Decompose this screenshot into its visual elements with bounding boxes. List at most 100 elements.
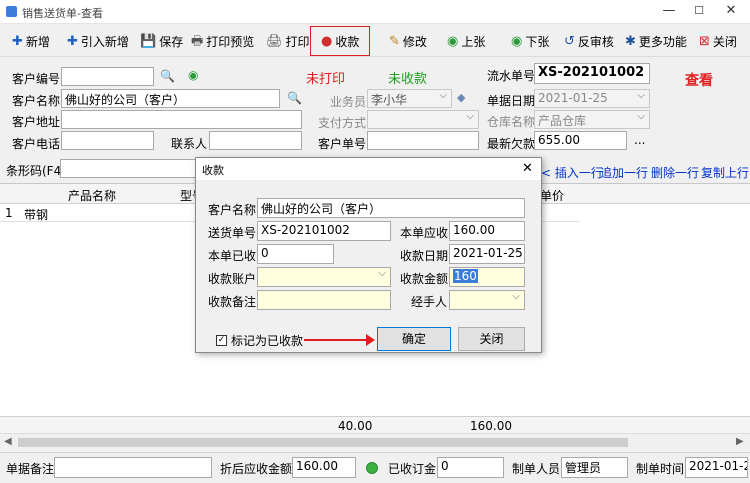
remark-label: 单据备注	[6, 462, 55, 476]
maximize-button[interactable]: ☐	[688, 2, 710, 20]
row-number: 1	[5, 206, 13, 220]
insert-row-link[interactable]: < 插入一行	[541, 164, 603, 181]
time-field: 2021-01-25	[685, 457, 748, 478]
collect-label: 收款	[335, 34, 360, 49]
collect-icon: ●	[321, 33, 333, 49]
dlg-remark-input[interactable]	[257, 290, 391, 310]
dlg-received-label: 本单已收	[208, 249, 257, 263]
delete-row-link[interactable]: 删除一行	[651, 164, 699, 181]
row-product[interactable]: 带钢	[24, 206, 48, 223]
dlg-receivable-label: 本单应收	[400, 226, 449, 240]
dlg-received-field: 0	[257, 244, 334, 264]
customer-search-icon[interactable]: 🔍	[287, 91, 302, 105]
contact-label: 联系人	[171, 137, 208, 151]
salesman-label: 业务员	[330, 95, 367, 109]
app-icon	[6, 6, 17, 17]
ok-button[interactable]: 确定	[377, 327, 451, 351]
horizontal-scrollbar[interactable]: ◀ ▶	[0, 433, 750, 450]
payment-method-select[interactable]	[367, 110, 479, 129]
import-new-button[interactable]: ✚ 引入新增	[67, 29, 129, 53]
header-price: 单价	[540, 189, 565, 203]
status-dot-icon	[366, 462, 378, 474]
phone-input[interactable]	[61, 131, 154, 150]
date-picker[interactable]: 2021-01-25	[534, 89, 650, 108]
dlg-amount-input[interactable]: 160	[449, 267, 525, 287]
mark-paid-checkbox[interactable]: ✓	[216, 335, 227, 346]
remark-input[interactable]	[54, 457, 212, 478]
save-button[interactable]: 💾 保存	[140, 29, 183, 53]
print-preview-label: 打印预览	[206, 34, 255, 49]
unaudit-label: 反审核	[577, 34, 614, 49]
print-button[interactable]: 🖨 打印	[266, 29, 310, 53]
edit-label: 修改	[402, 34, 427, 49]
address-input[interactable]	[61, 110, 302, 129]
view-mode-badge: 查看	[685, 73, 713, 89]
dlg-customer-label: 客户名称	[208, 203, 257, 217]
dlg-account-label: 收款账户	[208, 272, 257, 286]
serial-label: 流水单号	[487, 69, 536, 83]
close-button[interactable]: ⊠ 关闭	[699, 29, 737, 53]
arrow-line-icon	[304, 339, 368, 341]
append-row-link[interactable]: 追加一行	[600, 164, 648, 181]
gear-icon: ✱	[625, 33, 636, 49]
dialog-close-icon[interactable]: ✕	[522, 161, 533, 176]
status-bar: 单据备注 折后应收金额 160.00 已收订金 0 制单人员 管理员 制单时间 …	[0, 452, 750, 483]
eraser-icon[interactable]: ◆	[457, 91, 465, 104]
close-window-button[interactable]: ✕	[720, 2, 742, 20]
contact-input[interactable]	[209, 131, 302, 150]
dlg-account-select[interactable]	[257, 267, 391, 287]
dialog-titlebar: 收款 ✕	[196, 158, 541, 180]
salesman-select[interactable]: 李小华	[367, 89, 452, 108]
next-button[interactable]: ◉ 下张	[511, 29, 549, 53]
maker-label: 制单人员	[512, 462, 561, 476]
warehouse-select[interactable]: 产品仓库	[534, 110, 650, 129]
scroll-thumb[interactable]	[18, 438, 628, 447]
dlg-order-field: XS-202101002	[257, 221, 391, 241]
collect-payment-dialog: 收款 ✕ 客户名称 佛山好的公司（客户） 送货单号 XS-202101002 本…	[195, 157, 542, 353]
copy-row-link[interactable]: 复制上行	[701, 164, 749, 181]
date-label: 单据日期	[487, 94, 536, 108]
dlg-remark-label: 收款备注	[208, 295, 257, 309]
window-title: 销售送货单-查看	[22, 7, 103, 20]
print-preview-button[interactable]: 🖶 打印预览	[191, 29, 254, 53]
close-icon: ⊠	[699, 33, 710, 49]
dlg-handler-label: 经手人	[411, 295, 448, 309]
dialog-title: 收款	[202, 164, 224, 177]
collect-payment-button[interactable]: ● 收款	[310, 26, 371, 56]
customer-name-input[interactable]: 佛山好的公司（客户）	[61, 89, 280, 108]
header-product: 产品名称	[68, 189, 117, 203]
plus-icon: ✚	[12, 33, 23, 49]
close-label: 关闭	[712, 34, 737, 49]
unaudit-icon: ↺	[564, 33, 575, 49]
edit-icon: ✎	[389, 33, 400, 49]
dlg-pay-date-picker[interactable]: 2021-01-25	[449, 244, 525, 264]
dlg-handler-select[interactable]	[449, 290, 525, 310]
minimize-button[interactable]: —	[658, 2, 680, 20]
deposit-label: 已收订金	[388, 462, 437, 476]
customer-name-label: 客户名称	[12, 94, 61, 108]
customer-order-input[interactable]	[367, 131, 479, 150]
more-button[interactable]: ...	[634, 133, 645, 147]
customer-code-input[interactable]	[61, 67, 154, 86]
total-qty: 40.00	[338, 419, 373, 433]
barcode-input[interactable]	[60, 159, 200, 178]
cancel-button[interactable]: 关闭	[458, 327, 525, 351]
edit-button[interactable]: ✎ 修改	[389, 29, 427, 53]
toolbar: ✚ 新增 ✚ 引入新增 💾 保存 🖶 打印预览 🖨 打印 ● 收款 ✎ 修改 ◉ 上张 ◉ 下张 …	[0, 25, 750, 57]
more-functions-button[interactable]: ✱ 更多功能	[625, 29, 687, 53]
previous-button[interactable]: ◉ 上张	[447, 29, 485, 53]
refresh-icon[interactable]: ◉	[188, 68, 198, 82]
payment-status: 未收款	[388, 72, 428, 87]
time-label: 制单时间	[636, 462, 685, 476]
dlg-amount-value: 160	[453, 269, 478, 283]
scroll-right-icon[interactable]: ▶	[736, 436, 744, 447]
new-button[interactable]: ✚ 新增	[12, 29, 50, 53]
next-label: 下张	[525, 34, 550, 49]
more-functions-label: 更多功能	[638, 34, 687, 49]
maker-field: 管理员	[561, 457, 628, 478]
scroll-left-icon[interactable]: ◀	[4, 436, 12, 447]
search-icon[interactable]: 🔍	[160, 69, 175, 83]
unaudit-button[interactable]: ↺ 反审核	[564, 29, 614, 53]
print-preview-icon: 🖶	[191, 33, 204, 49]
payment-method-label: 支付方式	[318, 116, 367, 130]
